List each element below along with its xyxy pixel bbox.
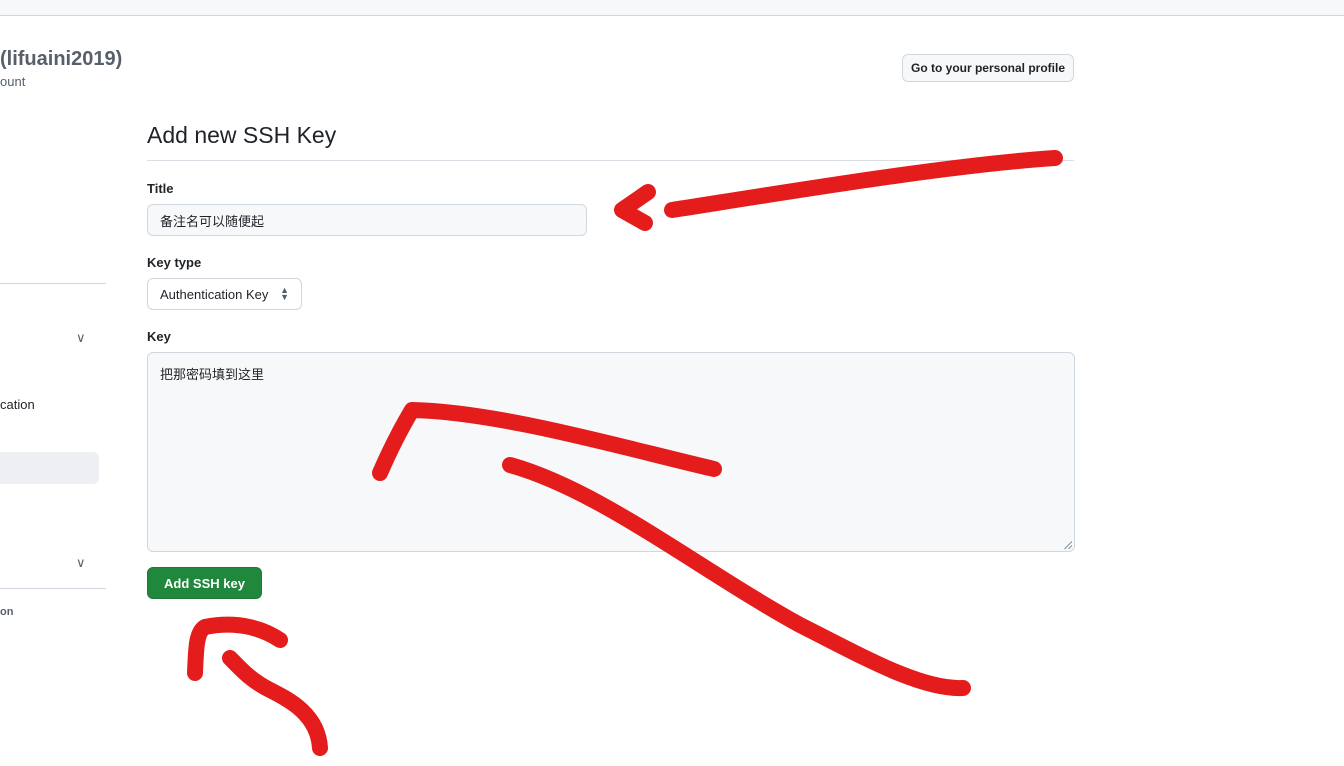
account-name: (lifuaini2019) [0, 48, 123, 70]
arrow-to-button [187, 616, 328, 756]
chevron-down-icon[interactable]: ∨ [76, 555, 86, 571]
sidebar-item-authentication[interactable]: cation [0, 397, 35, 412]
chevron-down-icon[interactable]: ∨ [76, 330, 86, 346]
sidebar-divider [0, 283, 106, 284]
account-subtitle: ount [0, 74, 26, 89]
page-title: Add new SSH Key [147, 122, 337, 148]
key-type-label: Key type [147, 255, 202, 270]
title-label: Title [147, 181, 174, 196]
top-nav-bar [0, 0, 1344, 16]
title-input-value: 备注名可以随便起 [160, 213, 265, 229]
sidebar-section-label: on [0, 606, 14, 618]
sidebar-divider [0, 588, 106, 589]
arrow-to-title [614, 150, 1063, 231]
key-textarea[interactable]: 把那密码填到这里 [147, 352, 1075, 552]
title-divider [147, 160, 1074, 161]
add-ssh-key-button[interactable]: Add SSH key [147, 567, 262, 599]
sidebar-item-ssh-keys-active[interactable] [0, 452, 99, 484]
select-arrows-icon: ▲ ▼ [280, 285, 289, 302]
key-label: Key [147, 329, 171, 344]
key-type-select[interactable]: Authentication Key ▲ ▼ [147, 278, 302, 310]
title-input[interactable]: 备注名可以随便起 [147, 204, 587, 236]
key-type-value: Authentication Key [160, 286, 269, 302]
go-to-profile-button[interactable]: Go to your personal profile [902, 54, 1074, 82]
key-textarea-value: 把那密码填到这里 [160, 367, 265, 382]
resize-handle-icon[interactable] [1064, 541, 1072, 549]
